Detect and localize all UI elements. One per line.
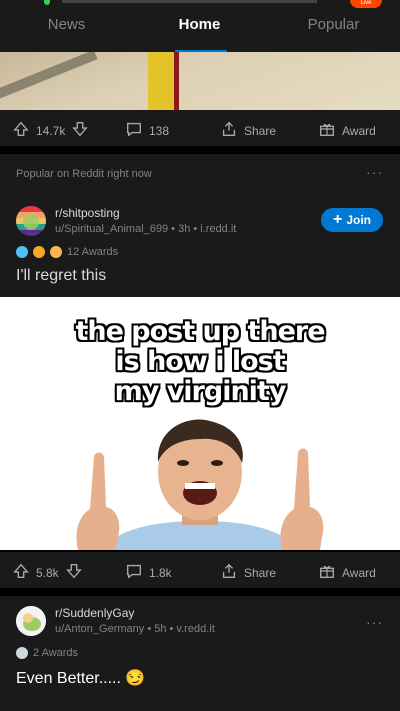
post-title: Even Better.....	[16, 670, 121, 687]
subreddit-name[interactable]: r/shitposting	[55, 206, 120, 220]
share-icon	[220, 120, 238, 141]
awards-row[interactable]: 12 Awards	[16, 246, 118, 258]
comment-icon	[125, 120, 143, 141]
post-title[interactable]: I'll regret this	[16, 267, 106, 285]
comment-icon	[125, 562, 143, 583]
man-pointing-image	[76, 419, 324, 550]
post-title-row[interactable]: Even Better..... 😏	[16, 668, 145, 688]
award-button[interactable]: Award	[318, 120, 376, 141]
award-label: Award	[342, 123, 376, 138]
awards-row[interactable]: 2 Awards	[16, 647, 78, 659]
share-button[interactable]: Share	[220, 120, 276, 141]
divider	[0, 588, 400, 596]
downvote-icon[interactable]	[65, 562, 83, 583]
award-icon	[33, 246, 45, 258]
gift-icon	[318, 120, 336, 141]
live-badge[interactable]: Live	[350, 0, 382, 8]
post-meta[interactable]: u/Anton_Germany • 5h • v.redd.it	[55, 623, 215, 635]
post-action-bar: 14.7k 138 Share Award	[0, 110, 400, 146]
tab-news[interactable]: News	[0, 16, 133, 33]
downvote-icon[interactable]	[71, 120, 89, 141]
post-action-bar: 5.8k 1.8k Share Award	[0, 552, 400, 588]
section-label: Popular on Reddit right now	[16, 168, 152, 180]
subreddit-avatar[interactable]	[16, 606, 46, 636]
more-options-icon[interactable]: ···	[366, 164, 383, 180]
smirk-emoji: 😏	[125, 670, 146, 687]
award-icon	[50, 246, 62, 258]
comment-count: 1.8k	[149, 565, 172, 580]
battery-indicator	[44, 0, 50, 5]
join-label: Join	[346, 213, 371, 227]
feed-tabs: News Home Popular	[0, 8, 400, 52]
post-image[interactable]: the post up there is how i lost my virgi…	[0, 297, 400, 550]
award-button[interactable]: Award	[318, 562, 376, 583]
comment-count: 138	[149, 123, 170, 138]
next-post-preview	[0, 698, 400, 711]
tab-home[interactable]: Home	[133, 16, 266, 33]
tab-popular[interactable]: Popular	[267, 16, 400, 33]
status-bar: Live	[0, 0, 400, 8]
subreddit-name[interactable]: r/SuddenlyGay	[55, 606, 134, 620]
vote-count: 5.8k	[36, 565, 59, 580]
share-button[interactable]: Share	[220, 562, 276, 583]
awards-count: 2 Awards	[33, 647, 79, 659]
status-track	[62, 0, 317, 3]
plus-icon: +	[332, 211, 343, 228]
join-button[interactable]: + Join	[321, 208, 383, 232]
share-label: Share	[244, 565, 277, 580]
share-icon	[220, 562, 238, 583]
comments-button[interactable]: 138	[125, 120, 169, 141]
meme-caption: the post up there is how i lost my virgi…	[75, 316, 325, 407]
post-image[interactable]	[0, 52, 400, 110]
upvote-icon[interactable]	[12, 562, 30, 583]
vote-count: 14.7k	[36, 123, 66, 138]
award-label: Award	[342, 565, 376, 580]
more-options-icon[interactable]: ···	[366, 614, 383, 630]
subreddit-avatar[interactable]	[16, 206, 46, 236]
comments-button[interactable]: 1.8k	[125, 562, 172, 583]
award-icon	[16, 246, 28, 258]
upvote-icon[interactable]	[12, 120, 30, 141]
awards-count: 12 Awards	[67, 246, 119, 258]
gift-icon	[318, 562, 336, 583]
award-icon	[16, 647, 28, 659]
share-label: Share	[244, 123, 277, 138]
divider	[0, 146, 400, 154]
post-meta[interactable]: u/Spiritual_Animal_699 • 3h • i.redd.it	[55, 223, 236, 235]
